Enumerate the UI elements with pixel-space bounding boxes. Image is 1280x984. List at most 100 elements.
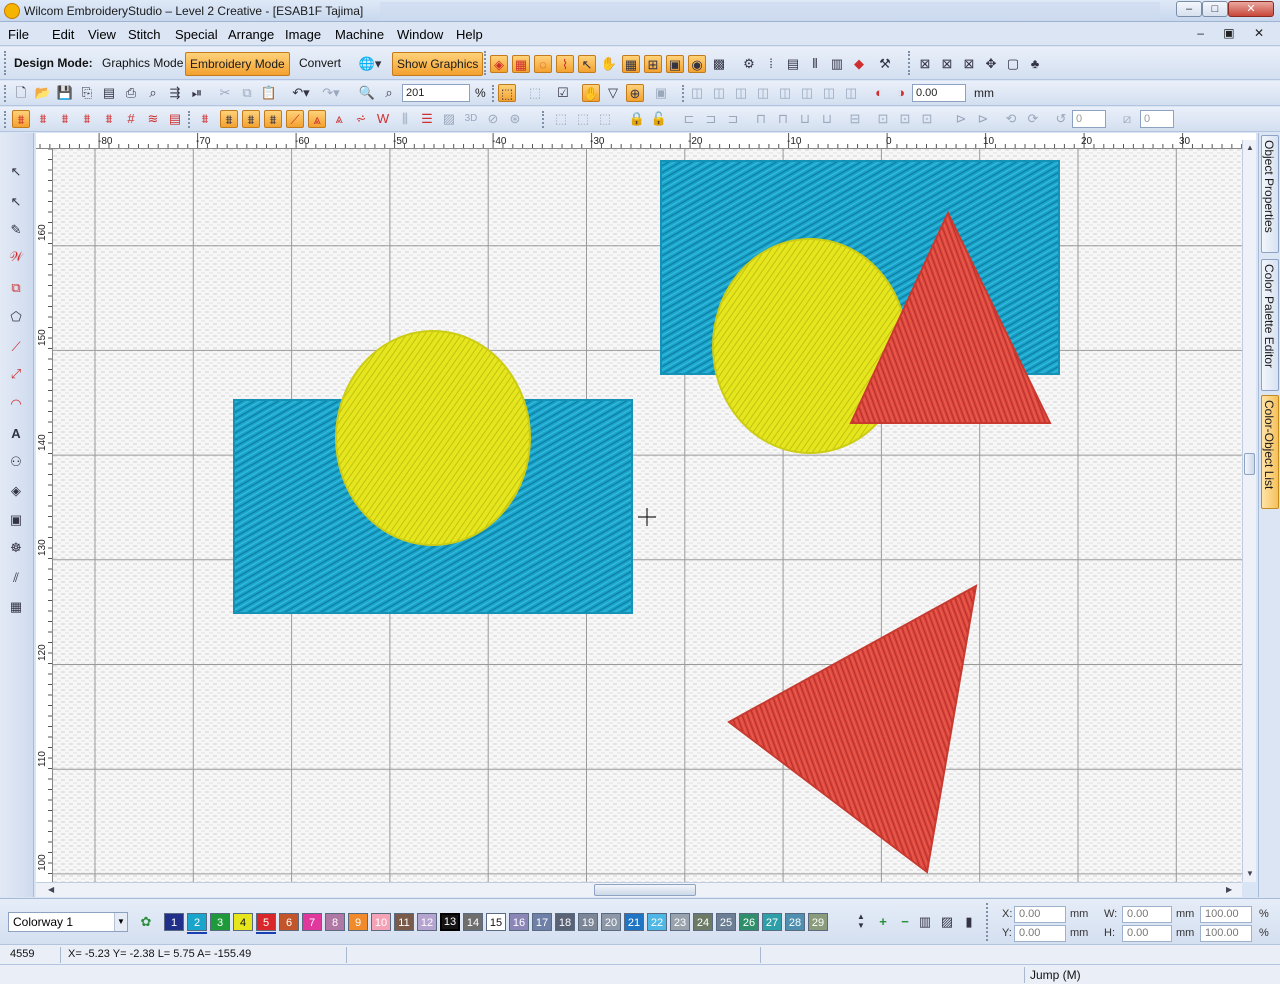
pattern-icon-2[interactable]: ⩩: [220, 110, 238, 128]
menu-image[interactable]: Image: [285, 27, 321, 42]
shape-nodes-icon[interactable]: ⬠: [7, 308, 25, 326]
export-icon[interactable]: ⎘: [78, 84, 96, 102]
horizontal-scroll-thumb[interactable]: [594, 884, 696, 896]
show-graphics-button[interactable]: Show Graphics: [392, 52, 484, 76]
width-input[interactable]: 0.00: [1122, 906, 1172, 923]
satin-stitch-icon[interactable]: ◈: [490, 55, 508, 73]
transform-icon-1[interactable]: ⬚: [552, 110, 570, 128]
3d-icon[interactable]: 3D: [462, 110, 480, 128]
toolbar-grip[interactable]: [542, 111, 545, 128]
stitch-player-icon[interactable]: ⏯: [188, 84, 206, 102]
color-swatch[interactable]: 16: [509, 913, 529, 931]
chevron-down-icon[interactable]: ▼: [114, 913, 127, 931]
stitch-points-icon[interactable]: ⁞: [762, 55, 780, 73]
color-swatch[interactable]: 3: [210, 913, 230, 931]
pointer-plus-icon[interactable]: ↖: [578, 55, 596, 73]
select-object-icon[interactable]: ⬚: [498, 84, 516, 102]
menu-view[interactable]: View: [88, 27, 116, 42]
thread-spool-icon[interactable]: ▮: [960, 913, 978, 931]
print-preview-icon[interactable]: ▤: [100, 84, 118, 102]
tab-object-properties[interactable]: Object Properties: [1261, 135, 1279, 253]
color-swatch[interactable]: 5: [256, 913, 276, 934]
approval-icon[interactable]: ⌕: [144, 84, 162, 102]
artistic-view-icon[interactable]: ◉: [688, 55, 706, 73]
color-swatch[interactable]: 19: [578, 913, 598, 931]
pattern-icon-9[interactable]: W: [374, 110, 392, 128]
align-middle-icon[interactable]: ⊓: [774, 110, 792, 128]
color-swatch[interactable]: 10: [371, 913, 391, 931]
toolbar-grip[interactable]: [682, 85, 685, 102]
colorway-select[interactable]: Colorway 1 ▼: [8, 912, 128, 932]
hand-icon[interactable]: ✋: [600, 55, 618, 73]
align-center-icon[interactable]: ⊐: [702, 110, 720, 128]
frame-icon[interactable]: ▣: [7, 511, 25, 529]
skew-icon[interactable]: ⧄: [1118, 110, 1136, 128]
digitize-shape-icon[interactable]: ⧉: [7, 279, 25, 297]
distribute-v-icon[interactable]: ⊟: [846, 110, 864, 128]
branch-icon[interactable]: ⊠: [960, 55, 978, 73]
rotate-icon-1[interactable]: ⟲: [1002, 110, 1020, 128]
size-icon-1[interactable]: ⊡: [874, 110, 892, 128]
arrange-icon-1[interactable]: ◫: [688, 84, 706, 102]
arrange-icon-6[interactable]: ◫: [798, 84, 816, 102]
color-swatch[interactable]: 20: [601, 913, 621, 931]
mirror-v-icon[interactable]: ⊳: [974, 110, 992, 128]
arrange-icon-5[interactable]: ◫: [776, 84, 794, 102]
arrange-icon-7[interactable]: ◫: [820, 84, 838, 102]
color-swatch[interactable]: 25: [716, 913, 736, 931]
zoom-box-icon[interactable]: 🔍: [358, 84, 376, 102]
color-swatch[interactable]: 14: [463, 913, 483, 931]
step-icon[interactable]: ⩩: [56, 110, 74, 128]
hide-color-icon[interactable]: ▨: [938, 913, 956, 931]
y-input[interactable]: 0.00: [1014, 925, 1066, 942]
align-right-icon[interactable]: ⊐: [724, 110, 742, 128]
menu-window[interactable]: Window: [397, 27, 443, 42]
arrange-icon-8[interactable]: ◫: [842, 84, 860, 102]
print-icon[interactable]: ⎙: [122, 84, 140, 102]
menu-special[interactable]: Special: [175, 27, 218, 42]
menu-arrange[interactable]: Arrange: [228, 27, 274, 42]
text-tool-icon[interactable]: A: [7, 425, 25, 443]
color-swatch[interactable]: 29: [808, 913, 828, 931]
monogram-icon[interactable]: ⚇: [7, 453, 25, 471]
fancy-icon[interactable]: ⩩: [78, 110, 96, 128]
menu-stitch[interactable]: Stitch: [128, 27, 161, 42]
pattern-icon-10[interactable]: ⫼: [396, 110, 414, 128]
design-area[interactable]: [53, 149, 1242, 882]
menu-help[interactable]: Help: [456, 27, 483, 42]
image-icon[interactable]: ▣: [666, 55, 684, 73]
function-markers-icon[interactable]: ⦀: [806, 55, 824, 73]
color-swatch[interactable]: 12: [417, 913, 437, 931]
toolbar-grip[interactable]: [4, 111, 7, 128]
funnel-icon[interactable]: ▽: [604, 84, 622, 102]
align-left-icon[interactable]: ⊏: [680, 110, 698, 128]
fabric-icon[interactable]: ▩: [710, 55, 728, 73]
new-file-icon[interactable]: 🗋: [12, 84, 30, 102]
rotate-angle-input[interactable]: 0: [1072, 110, 1106, 128]
color-swatch[interactable]: 21: [624, 913, 644, 931]
run-stitch-icon[interactable]: ⌇: [556, 55, 574, 73]
pattern-icon-6[interactable]: ⩓: [308, 110, 326, 128]
column-icon[interactable]: ⤢: [7, 365, 25, 383]
mdi-window-controls[interactable]: – ▣ ✕: [1197, 26, 1272, 40]
color-swatch[interactable]: 26: [739, 913, 759, 931]
toolbar-grip[interactable]: [908, 51, 911, 75]
pattern-icon-1[interactable]: ⩩: [196, 110, 214, 128]
lock-object-icon[interactable]: 🔒: [628, 110, 646, 128]
connectors-icon[interactable]: ⚙: [740, 55, 758, 73]
menu-file[interactable]: File: [8, 27, 29, 42]
width-percent-input[interactable]: 100.00: [1200, 906, 1252, 923]
undo-icon[interactable]: ↶▾: [288, 84, 314, 102]
globe-dropdown-icon[interactable]: 🌐▾: [356, 55, 384, 73]
horizontal-scrollbar[interactable]: ◀ ▶: [36, 882, 1242, 897]
tab-color-palette-editor[interactable]: Color Palette Editor: [1261, 259, 1279, 391]
send-icon[interactable]: ⇶: [166, 84, 184, 102]
select-arrow-icon[interactable]: ↖: [7, 163, 25, 181]
swatch-scroll-icon[interactable]: ▲ ▼: [852, 912, 870, 930]
x-input[interactable]: 0.00: [1014, 906, 1066, 923]
freehand-embroidery-icon[interactable]: 𝒲: [7, 248, 25, 266]
arrange-icon-2[interactable]: ◫: [710, 84, 728, 102]
hoop-icon[interactable]: ⊞: [644, 55, 662, 73]
color-swatch[interactable]: 22: [647, 913, 667, 931]
color-swatch[interactable]: 9: [348, 913, 368, 931]
